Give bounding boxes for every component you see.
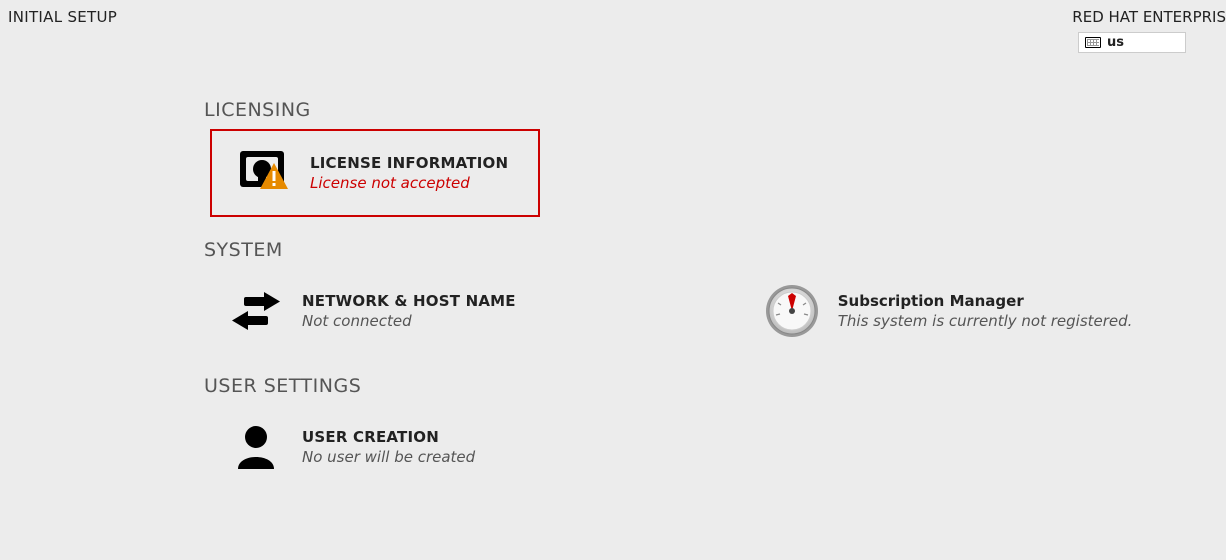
subscription-manager-tile[interactable]: Subscription Manager This system is curr… xyxy=(740,269,1157,353)
section-heading-system: SYSTEM xyxy=(204,239,1226,261)
keyboard-layout-selector[interactable]: us xyxy=(1078,32,1186,53)
network-title: NETWORK & HOST NAME xyxy=(302,292,516,310)
section-heading-user-settings: USER SETTINGS xyxy=(204,375,1226,397)
license-info-status: License not accepted xyxy=(310,174,508,192)
license-warning-icon xyxy=(236,145,292,201)
network-arrows-icon xyxy=(228,283,284,339)
user-icon xyxy=(228,419,284,475)
distribution-label: RED HAT ENTERPRIS xyxy=(1072,8,1226,26)
user-creation-status: No user will be created xyxy=(302,448,475,466)
section-heading-licensing: LICENSING xyxy=(204,99,1226,121)
gauge-icon xyxy=(764,283,820,339)
keyboard-layout-value: us xyxy=(1107,35,1124,50)
user-creation-tile[interactable]: USER CREATION No user will be created xyxy=(204,405,514,489)
network-hostname-tile[interactable]: NETWORK & HOST NAME Not connected xyxy=(204,269,540,353)
network-status: Not connected xyxy=(302,312,516,330)
user-creation-title: USER CREATION xyxy=(302,428,475,446)
license-information-tile[interactable]: LICENSE INFORMATION License not accepted xyxy=(210,129,540,217)
subscription-title: Subscription Manager xyxy=(838,292,1133,310)
page-title: INITIAL SETUP xyxy=(8,8,117,26)
keyboard-icon xyxy=(1085,37,1101,48)
license-info-title: LICENSE INFORMATION xyxy=(310,154,508,172)
subscription-status: This system is currently not registered. xyxy=(838,312,1133,330)
